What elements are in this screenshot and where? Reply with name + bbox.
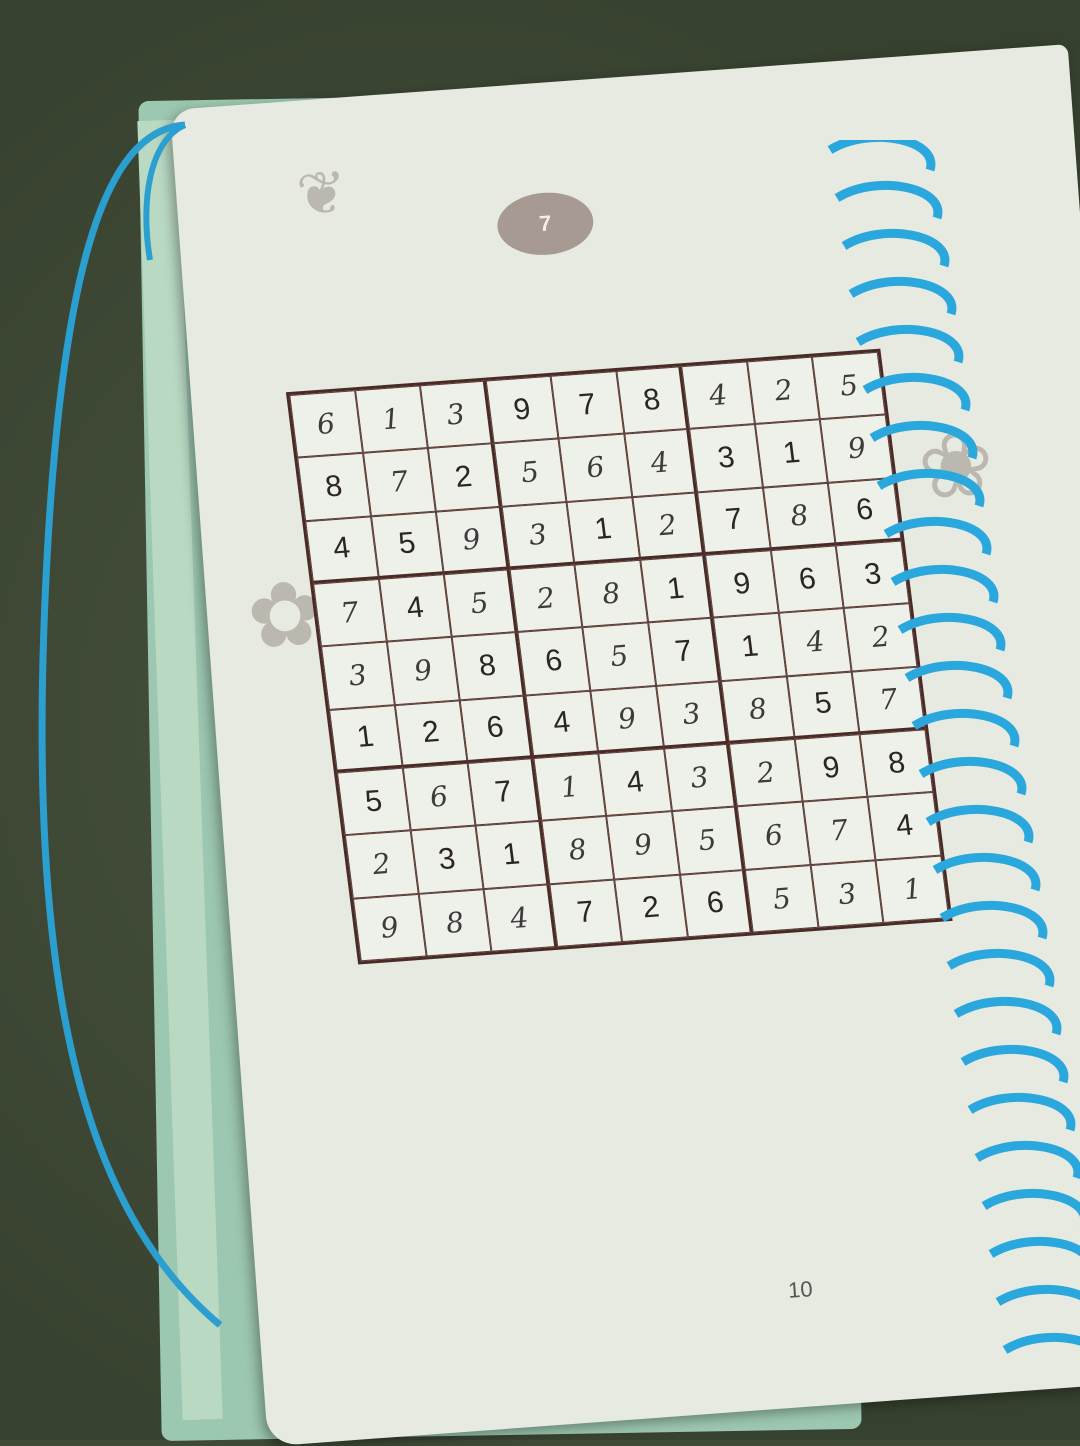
sudoku-cell: 7 bbox=[467, 758, 542, 826]
sudoku-cell: 4 bbox=[624, 429, 698, 497]
spiral-coil bbox=[883, 516, 992, 556]
spiral-coil bbox=[897, 612, 1006, 652]
sudoku-cell: 3 bbox=[321, 641, 395, 710]
sudoku-cell: 2 bbox=[344, 830, 419, 899]
sudoku-cell: 5 bbox=[443, 569, 518, 638]
sudoku-cell: 9 bbox=[485, 375, 559, 444]
sudoku-cell: 9 bbox=[435, 506, 510, 575]
sudoku-cell: 3 bbox=[663, 743, 738, 812]
sudoku-cell: 8 bbox=[297, 453, 371, 521]
spiral-coil bbox=[946, 948, 1055, 988]
sudoku-cell: 5 bbox=[582, 622, 656, 691]
sudoku-cell: 6 bbox=[517, 627, 591, 696]
spiral-coil bbox=[925, 804, 1034, 844]
sudoku-cell: 3 bbox=[655, 680, 730, 749]
spiral-coil bbox=[848, 276, 957, 316]
sudoku-cell: 3 bbox=[689, 424, 763, 493]
sudoku-cell: 6 bbox=[558, 433, 633, 502]
sudoku-cell: 9 bbox=[352, 893, 427, 962]
spiral-coil bbox=[974, 1140, 1080, 1179]
spiral-coil bbox=[988, 1236, 1080, 1258]
sudoku-cell: 9 bbox=[606, 811, 680, 880]
spiral-coil bbox=[932, 852, 1041, 892]
sudoku-cell: 1 bbox=[354, 385, 428, 454]
spiral-coil bbox=[869, 420, 978, 460]
sudoku-cell: 5 bbox=[336, 767, 411, 836]
spiral-coil bbox=[827, 140, 936, 172]
sudoku-cell: 8 bbox=[574, 559, 648, 628]
sudoku-cell: 4 bbox=[525, 690, 599, 759]
sudoku-cell: 1 bbox=[713, 613, 787, 681]
spiral-coil bbox=[890, 564, 999, 604]
sudoku-cell: 9 bbox=[590, 685, 664, 754]
sudoku-cell: 3 bbox=[420, 380, 494, 449]
sudoku-cell: 1 bbox=[754, 419, 829, 488]
sudoku-cell: 2 bbox=[509, 564, 583, 633]
spiral-coil bbox=[841, 228, 950, 268]
sudoku-cell: 8 bbox=[616, 366, 690, 434]
sudoku-cell: 7 bbox=[697, 487, 771, 555]
spiral-coil bbox=[918, 756, 1027, 796]
sudoku-cell: 7 bbox=[362, 448, 436, 517]
sudoku-cell: 2 bbox=[729, 738, 803, 807]
sudoku-cell: 6 bbox=[402, 762, 476, 831]
sudoku-cell: 5 bbox=[370, 511, 444, 579]
spiral-coil bbox=[1002, 1332, 1080, 1354]
sudoku-cell: 4 bbox=[305, 516, 379, 584]
sudoku-cell: 3 bbox=[501, 501, 575, 570]
sudoku-cell: 2 bbox=[746, 356, 821, 425]
spiral-coil bbox=[981, 1188, 1080, 1226]
sudoku-cell: 5 bbox=[671, 806, 746, 875]
sudoku-cell: 4 bbox=[598, 748, 672, 817]
sudoku-cell: 2 bbox=[632, 492, 706, 560]
spiral-coil bbox=[904, 660, 1013, 700]
spiral-coil bbox=[834, 180, 943, 220]
sudoku-cell: 2 bbox=[394, 700, 468, 768]
sudoku-cell: 2 bbox=[427, 443, 502, 512]
spiral-coil bbox=[876, 468, 985, 508]
sudoku-cell: 9 bbox=[386, 637, 460, 705]
spiral-coil bbox=[960, 1044, 1069, 1084]
sudoku-cell: 1 bbox=[329, 704, 403, 773]
sudoku-cell: 1 bbox=[639, 554, 714, 623]
spiral-coil bbox=[939, 900, 1048, 940]
sudoku-cell: 3 bbox=[410, 825, 484, 894]
sudoku-cell: 5 bbox=[493, 438, 567, 507]
spiral-coil bbox=[953, 996, 1062, 1036]
spiral-coil bbox=[995, 1284, 1080, 1306]
spiral-coil bbox=[855, 324, 964, 364]
sudoku-cell: 1 bbox=[566, 496, 640, 565]
sudoku-cell: 6 bbox=[679, 869, 754, 938]
sudoku-cell: 2 bbox=[614, 874, 688, 943]
sudoku-cell: 6 bbox=[459, 695, 534, 763]
sudoku-cell: 8 bbox=[721, 676, 795, 744]
sudoku-cell: 7 bbox=[550, 371, 625, 439]
sudoku-cell: 4 bbox=[483, 883, 557, 952]
spiral-binding bbox=[827, 140, 1080, 1354]
puzzle-number-badge: 7 bbox=[495, 189, 596, 259]
sudoku-cell: 8 bbox=[451, 632, 526, 701]
sudoku-cell: 1 bbox=[475, 821, 549, 889]
spiral-coil bbox=[911, 708, 1020, 748]
sudoku-cell: 6 bbox=[289, 390, 363, 458]
sudoku-cell: 9 bbox=[705, 550, 779, 618]
sudoku-cell: 1 bbox=[533, 753, 607, 822]
leaf-decoration-icon: ❦ bbox=[294, 158, 350, 229]
sudoku-cell: 4 bbox=[378, 574, 452, 642]
sudoku-cell: 6 bbox=[737, 801, 811, 870]
sudoku-cell: 8 bbox=[418, 888, 492, 957]
page-number: 10 bbox=[787, 1276, 814, 1303]
sudoku-cell: 5 bbox=[745, 864, 819, 933]
sudoku-cell: 8 bbox=[541, 816, 615, 884]
sudoku-cell: 7 bbox=[313, 578, 387, 647]
sudoku-cell: 7 bbox=[548, 879, 623, 947]
spiral-coil bbox=[862, 372, 971, 412]
sudoku-cell: 7 bbox=[647, 617, 722, 686]
spiral-coil bbox=[967, 1092, 1076, 1132]
sudoku-cell: 4 bbox=[681, 361, 755, 430]
